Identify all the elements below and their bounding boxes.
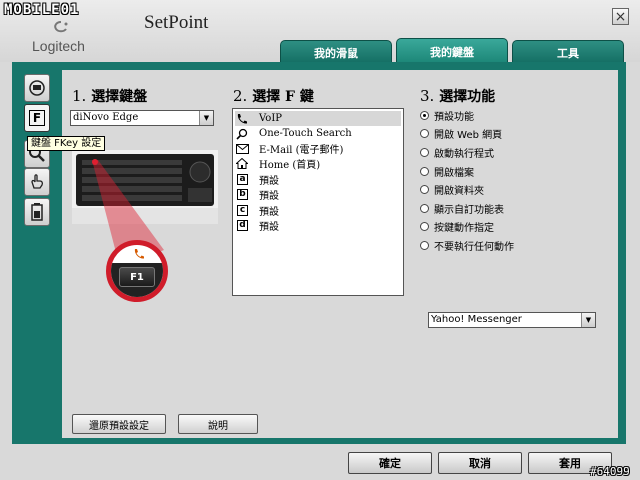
radio-open-file[interactable]: 開啟檔案	[420, 164, 474, 179]
radio-custom-menu[interactable]: 顯示自訂功能表	[420, 201, 504, 216]
close-icon: ×	[614, 8, 627, 25]
radio-label: 啟動執行程式	[434, 148, 494, 160]
list-item-label: 預設	[259, 207, 279, 218]
fkey-badge: F1	[119, 267, 155, 287]
side-battery-button[interactable]	[24, 198, 50, 226]
ok-button[interactable]: 確定	[348, 452, 432, 474]
radio-button[interactable]	[420, 128, 429, 138]
fkey-item-b[interactable]: b 預設	[235, 187, 401, 202]
battery-icon	[31, 203, 43, 221]
keyboard-select-value: diNovo Edge	[73, 112, 139, 123]
help-button[interactable]: 說明	[178, 414, 258, 434]
list-item-label: 預設	[259, 191, 279, 202]
post-id-watermark: #64099	[590, 465, 630, 478]
home-icon	[235, 158, 249, 170]
mail-icon	[235, 143, 249, 155]
radio-button[interactable]	[420, 147, 429, 157]
list-item-label: Home (首頁)	[259, 160, 321, 171]
radio-label: 顯示自訂功能表	[434, 204, 504, 216]
phone-icon	[235, 113, 249, 125]
radio-default-function[interactable]: 預設功能	[420, 108, 474, 123]
section-label: 選擇功能	[439, 89, 496, 105]
side-hand-button[interactable]	[24, 168, 50, 196]
section-number: 3.	[420, 87, 435, 105]
letter-c-icon: c	[237, 205, 248, 216]
fkey-item-email[interactable]: E-Mail (電子郵件)	[235, 141, 401, 156]
fkey-item-a[interactable]: a 預設	[235, 172, 401, 187]
radio-label: 開啟檔案	[434, 167, 474, 179]
radio-label: 不要執行任何動作	[434, 241, 514, 253]
list-item-label: One-Touch Search	[259, 128, 352, 139]
fkey-item-c[interactable]: c 預設	[235, 203, 401, 218]
chevron-down-icon[interactable]: ▼	[199, 111, 213, 125]
radio-button[interactable]	[420, 240, 429, 250]
radio-keystroke-assignment[interactable]: 按鍵動作指定	[420, 219, 494, 234]
section-select-keyboard: 1. 選擇鍵盤	[72, 86, 147, 106]
radio-launch-program[interactable]: 啟動執行程式	[420, 145, 494, 160]
radio-button[interactable]	[420, 184, 429, 194]
phone-icon	[134, 249, 144, 259]
tab-tools[interactable]: 工具	[512, 40, 624, 64]
radio-label: 預設功能	[434, 111, 474, 123]
section-number: 2.	[233, 87, 248, 105]
chevron-down-icon[interactable]: ▼	[581, 313, 595, 327]
close-button[interactable]: ×	[612, 8, 629, 25]
tooltip: 鍵盤 FKey 設定	[27, 136, 106, 151]
logitech-logo-icon	[54, 21, 68, 33]
fkey-item-voip[interactable]: VoIP	[235, 111, 401, 126]
list-item-label: 預設	[259, 222, 279, 233]
brand-name: Logitech	[32, 38, 85, 54]
section-number: 1.	[72, 87, 87, 105]
app-title: SetPoint	[144, 12, 209, 33]
side-keyboard-button[interactable]	[24, 74, 50, 102]
application-select[interactable]: Yahoo! Messenger ▼	[428, 312, 596, 328]
letter-d-icon: d	[237, 220, 248, 231]
tab-my-mouse[interactable]: 我的滑鼠	[280, 40, 392, 64]
radio-open-folder[interactable]: 開啟資料夾	[420, 182, 484, 197]
fkey-item-home[interactable]: Home (首頁)	[235, 156, 401, 171]
search-icon	[235, 128, 249, 140]
hand-icon	[31, 174, 44, 189]
radio-button[interactable]	[420, 110, 429, 120]
radio-button[interactable]	[420, 166, 429, 176]
watermark: MOBILE01	[4, 2, 80, 18]
letter-b-icon: b	[237, 189, 248, 200]
section-select-function: 3. 選擇功能	[420, 86, 495, 106]
application-select-value: Yahoo! Messenger	[431, 314, 522, 325]
keyboard-icon	[29, 80, 45, 96]
keyboard-select[interactable]: diNovo Edge ▼	[70, 110, 214, 126]
section-label: 選擇 F 鍵	[252, 89, 314, 105]
list-item-label: 預設	[259, 176, 279, 187]
section-select-fkey: 2. 選擇 F 鍵	[233, 86, 314, 106]
radio-do-nothing[interactable]: 不要執行任何動作	[420, 238, 514, 253]
restore-defaults-button[interactable]: 還原預設設定	[72, 414, 166, 434]
side-fkey-button[interactable]: F	[24, 104, 50, 132]
radio-open-web[interactable]: 開啟 Web 網頁	[420, 126, 503, 141]
fkey-item-search[interactable]: One-Touch Search	[235, 126, 401, 141]
radio-label: 按鍵動作指定	[434, 222, 494, 234]
list-item-label: VoIP	[259, 113, 283, 124]
list-item-label: E-Mail (電子郵件)	[259, 145, 344, 156]
radio-label: 開啟資料夾	[434, 185, 484, 197]
fkey-item-d[interactable]: d 預設	[235, 218, 401, 233]
radio-button[interactable]	[420, 221, 429, 231]
radio-label: 開啟 Web 網頁	[434, 129, 503, 141]
section-label: 選擇鍵盤	[91, 89, 148, 105]
radio-button[interactable]	[420, 203, 429, 213]
letter-a-icon: a	[237, 174, 248, 185]
cancel-button[interactable]: 取消	[438, 452, 522, 474]
fkey-callout: F1	[106, 240, 168, 302]
tab-my-keyboard[interactable]: 我的鍵盤	[396, 38, 508, 64]
fkey-icon: F	[29, 110, 45, 126]
fkey-list[interactable]: VoIP One-Touch Search E-Mail (電子郵件) Home…	[232, 108, 404, 296]
